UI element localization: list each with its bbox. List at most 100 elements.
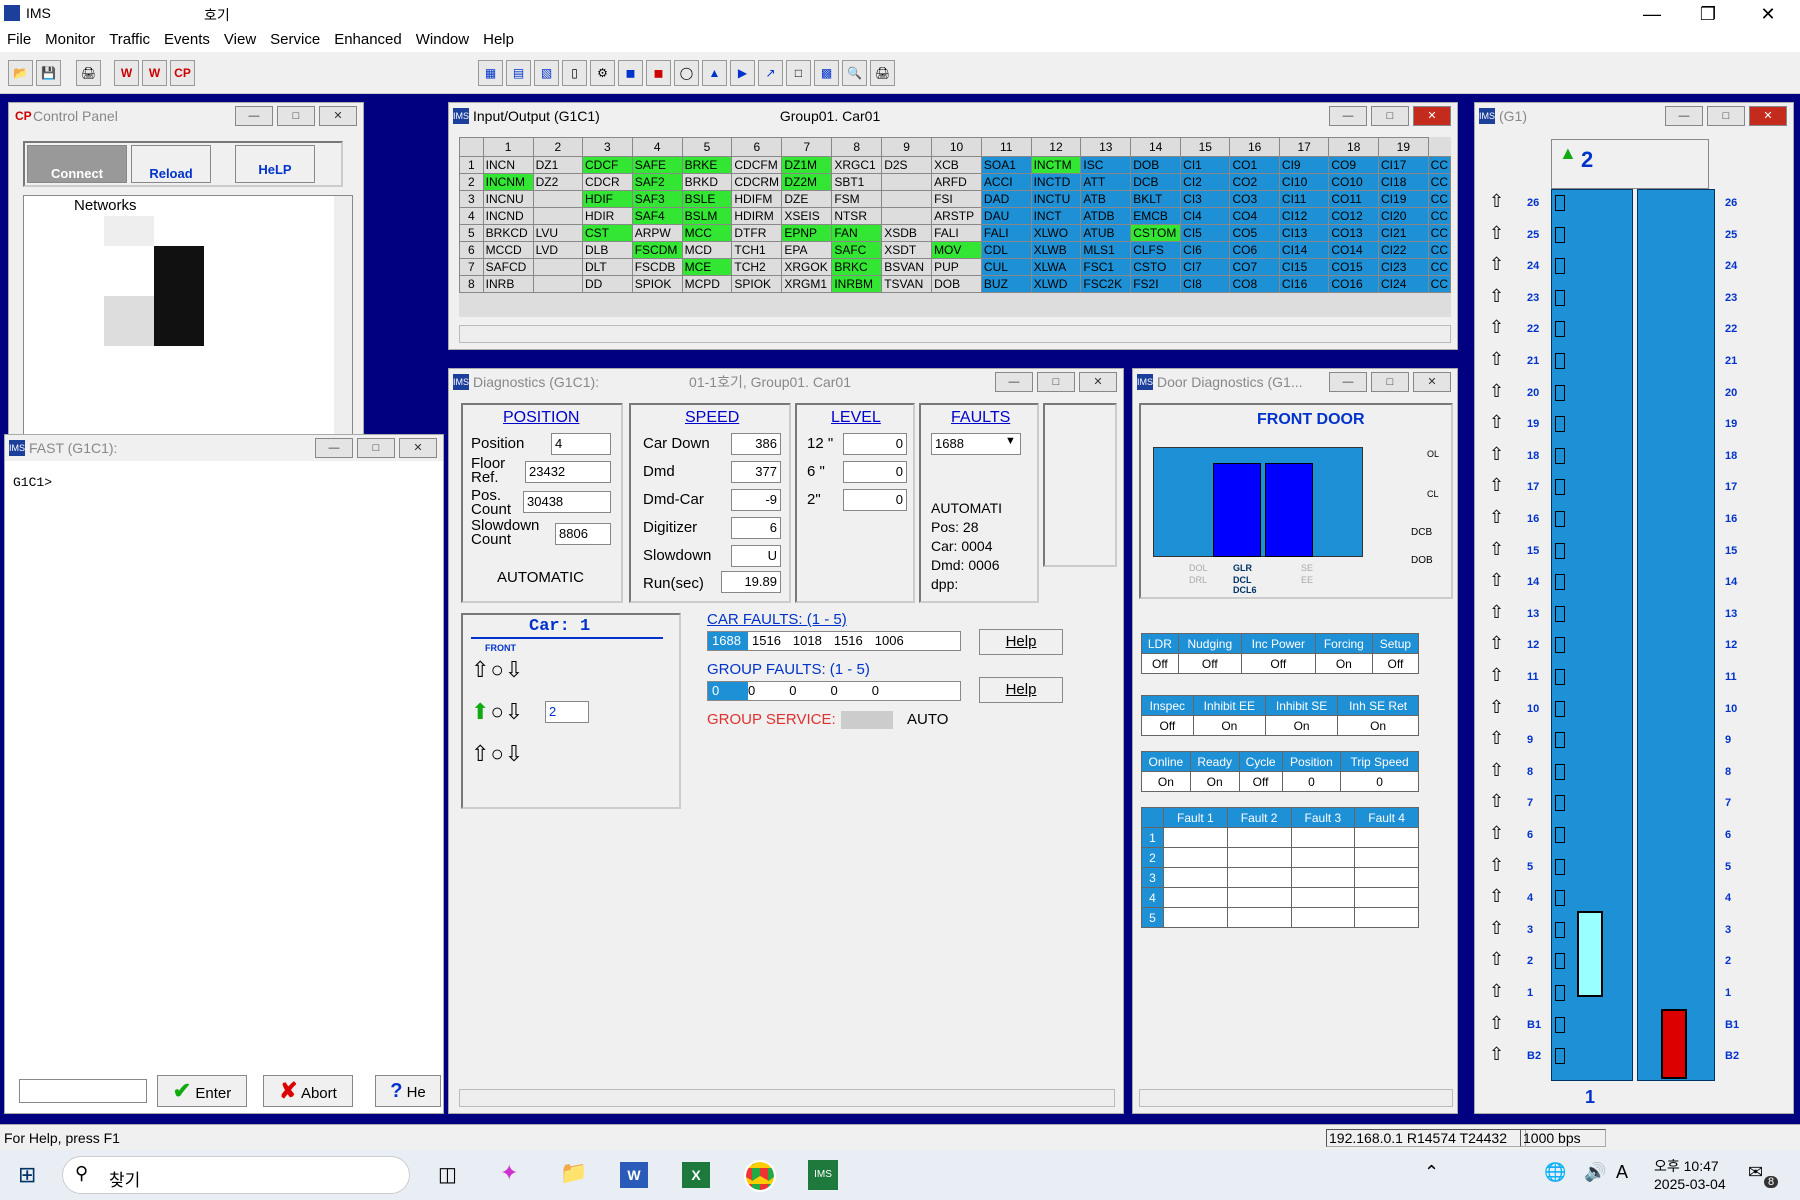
restore-button[interactable]: ❐ xyxy=(1680,0,1736,28)
menu-help[interactable]: Help xyxy=(476,28,521,51)
hall-call-icon[interactable]: ⇧ xyxy=(1489,507,1504,528)
tool-9-icon[interactable]: ▲ xyxy=(702,60,727,86)
car-call-button[interactable] xyxy=(1555,1048,1565,1065)
down-arrow-icon[interactable]: ⇩ xyxy=(505,699,524,724)
menu-window[interactable]: Window xyxy=(409,28,476,51)
tool-5-icon[interactable]: ⚙ xyxy=(590,60,615,86)
fast-command-select[interactable] xyxy=(19,1079,147,1103)
car-call-button[interactable] xyxy=(1555,447,1565,464)
circle-icon[interactable]: ○ xyxy=(490,699,504,724)
circle-icon[interactable]: ○ xyxy=(490,741,504,766)
car-call-button[interactable] xyxy=(1555,542,1565,559)
maximize-icon[interactable]: □ xyxy=(357,438,395,458)
close-icon[interactable]: ✕ xyxy=(319,106,357,126)
close-icon[interactable]: ✕ xyxy=(1079,372,1117,392)
windows-start-icon[interactable]: ⊞ xyxy=(18,1162,36,1188)
minimize-icon[interactable]: — xyxy=(315,438,353,458)
hall-call-icon[interactable]: ⇧ xyxy=(1489,602,1504,623)
tool-10-icon[interactable]: ▶ xyxy=(730,60,755,86)
minimize-icon[interactable]: — xyxy=(1665,106,1703,126)
hall-call-icon[interactable]: ⇧ xyxy=(1489,728,1504,749)
copilot-icon[interactable]: ✦ xyxy=(500,1160,518,1186)
hall-call-icon[interactable]: ⇧ xyxy=(1489,381,1504,402)
hall-call-icon[interactable]: ⇧ xyxy=(1489,855,1504,876)
save-icon[interactable]: 💾 xyxy=(36,60,61,86)
minimize-icon[interactable]: — xyxy=(1329,106,1367,126)
hall-call-icon[interactable]: ⇧ xyxy=(1489,1044,1504,1065)
door-hscrollbar[interactable] xyxy=(1139,1089,1453,1107)
down-arrow-icon[interactable]: ⇩ xyxy=(505,741,524,766)
hall-call-icon[interactable]: ⇧ xyxy=(1489,254,1504,275)
hall-call-icon[interactable]: ⇧ xyxy=(1489,412,1504,433)
car-call-button[interactable] xyxy=(1555,700,1565,717)
car-call-button[interactable] xyxy=(1555,858,1565,875)
taskbar-search[interactable]: ⚲ 찾기 xyxy=(62,1156,410,1194)
car-call-button[interactable] xyxy=(1555,637,1565,654)
menu-file[interactable]: File xyxy=(0,28,38,51)
file-explorer-icon[interactable]: 📁 xyxy=(560,1160,587,1186)
tool-3-icon[interactable]: ▧ xyxy=(534,60,559,86)
car-call-button[interactable] xyxy=(1555,953,1565,970)
hall-call-icon[interactable]: ⇧ xyxy=(1489,191,1504,212)
car-call-button[interactable] xyxy=(1555,353,1565,369)
print-icon[interactable]: 🖨 xyxy=(76,60,101,86)
fast-help-button[interactable]: ? He xyxy=(375,1075,441,1107)
io-hscrollbar[interactable] xyxy=(459,325,1451,343)
clock-date[interactable]: 2025-03-04 xyxy=(1654,1176,1726,1192)
close-icon[interactable]: ✕ xyxy=(1413,372,1451,392)
car-call-button[interactable] xyxy=(1555,574,1565,591)
hall-call-icon[interactable]: ⇧ xyxy=(1489,791,1504,812)
car-call-button[interactable] xyxy=(1555,416,1565,433)
circle-icon[interactable]: ○ xyxy=(490,657,504,682)
hall-call-icon[interactable]: ⇧ xyxy=(1489,444,1504,465)
tool-1-icon[interactable]: ▦ xyxy=(478,60,503,86)
car-call-button[interactable] xyxy=(1555,827,1565,843)
ws-icon[interactable]: W xyxy=(142,60,167,86)
tree-scrollbar[interactable] xyxy=(334,196,352,436)
hall-call-icon[interactable]: ⇧ xyxy=(1489,317,1504,338)
maximize-icon[interactable]: □ xyxy=(1037,372,1075,392)
car-faults-help-button[interactable]: Help xyxy=(979,629,1063,655)
chrome-icon[interactable] xyxy=(744,1160,776,1192)
menu-events[interactable]: Events xyxy=(157,28,217,51)
notification-icon[interactable]: ✉ xyxy=(1748,1162,1763,1183)
open-icon[interactable]: 📂 xyxy=(8,60,33,86)
hall-call-icon[interactable]: ⇧ xyxy=(1489,475,1504,496)
car-call-button[interactable] xyxy=(1555,226,1565,243)
word-icon[interactable]: W xyxy=(620,1162,648,1188)
tool-15-icon[interactable]: 🖨 xyxy=(870,60,895,86)
ime-icon[interactable]: A xyxy=(1616,1162,1628,1183)
enter-button[interactable]: ✔ Enter xyxy=(157,1075,247,1107)
cp-icon[interactable]: CP xyxy=(170,60,195,86)
minimize-icon[interactable]: — xyxy=(235,106,273,126)
car-call-button[interactable] xyxy=(1555,289,1565,306)
close-icon[interactable]: ✕ xyxy=(1749,106,1787,126)
abort-button[interactable]: ✘ Abort xyxy=(263,1075,353,1107)
car-call-button[interactable] xyxy=(1555,511,1565,527)
minimize-icon[interactable]: — xyxy=(1329,372,1367,392)
hall-call-icon[interactable]: ⇧ xyxy=(1489,981,1504,1002)
tool-13-icon[interactable]: ▩ xyxy=(814,60,839,86)
menu-monitor[interactable]: Monitor xyxy=(38,28,102,51)
maximize-icon[interactable]: □ xyxy=(1707,106,1745,126)
hall-call-icon[interactable]: ⇧ xyxy=(1489,349,1504,370)
group-faults-help-button[interactable]: Help xyxy=(979,677,1063,703)
up-arrow-icon[interactable]: ⇧ xyxy=(471,657,490,682)
car-call-button[interactable] xyxy=(1555,795,1565,812)
tool-12-icon[interactable]: □ xyxy=(786,60,811,86)
chevron-up-icon[interactable]: ⌃ xyxy=(1424,1162,1439,1183)
car-call-button[interactable] xyxy=(1555,479,1565,496)
tool-2-icon[interactable]: ▤ xyxy=(506,60,531,86)
ims-taskbar-icon[interactable]: IMS xyxy=(808,1160,838,1190)
car-call-button[interactable] xyxy=(1555,985,1565,1001)
car-call-button[interactable] xyxy=(1555,669,1565,685)
fast-prompt[interactable]: G1C1> xyxy=(13,475,52,490)
down-arrow-icon[interactable]: ⇩ xyxy=(505,657,524,682)
reload-button[interactable]: Reload xyxy=(131,145,211,183)
tool-6-icon[interactable]: ◼ xyxy=(618,60,643,86)
minimize-button[interactable]: — xyxy=(1624,0,1680,28)
car-call-button[interactable] xyxy=(1555,384,1565,401)
help-button[interactable]: HeLP xyxy=(235,145,315,183)
menu-service[interactable]: Service xyxy=(263,28,327,51)
maximize-icon[interactable]: □ xyxy=(1371,106,1409,126)
